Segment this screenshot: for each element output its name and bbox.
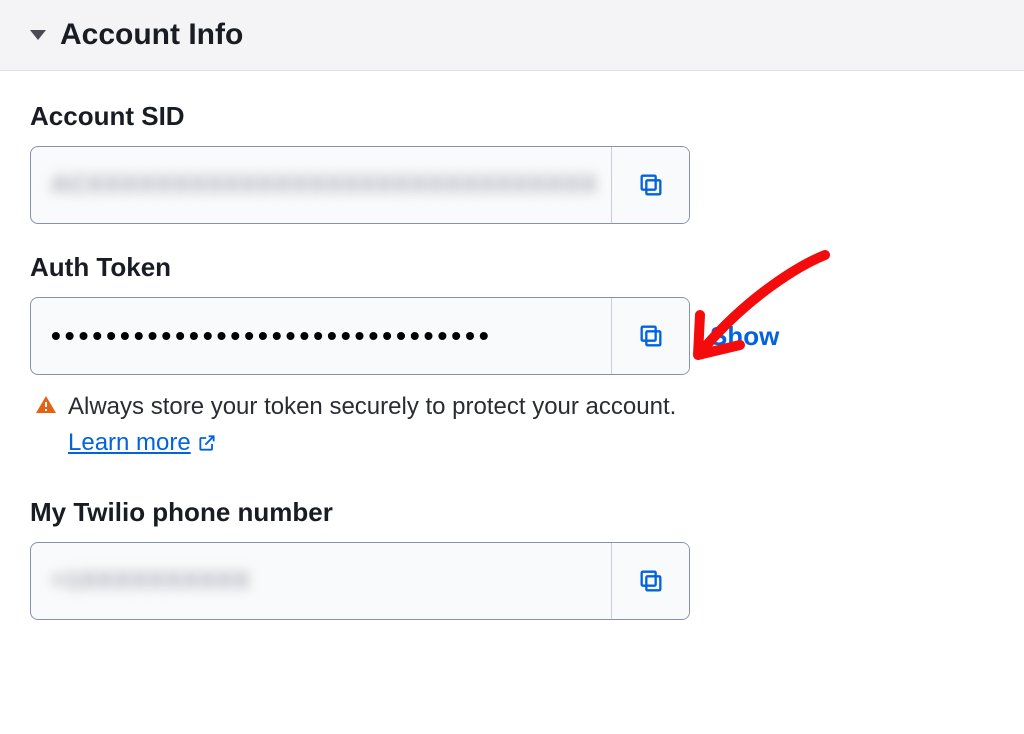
- phone-number-value[interactable]: +1XXXXXXXXXX: [31, 543, 611, 619]
- account-info-content: Account SID ACXXXXXXXXXXXXXXXXXXXXXXXXXX…: [0, 71, 1024, 668]
- copy-auth-token-button[interactable]: [611, 298, 689, 374]
- account-sid-field: Account SID ACXXXXXXXXXXXXXXXXXXXXXXXXXX…: [30, 101, 994, 224]
- account-sid-label: Account SID: [30, 101, 994, 132]
- show-auth-token-link[interactable]: Show: [710, 321, 779, 352]
- auth-token-value[interactable]: ••••••••••••••••••••••••••••••••: [31, 298, 611, 374]
- phone-number-field: My Twilio phone number +1XXXXXXXXXX: [30, 497, 994, 620]
- account-info-title: Account Info: [60, 18, 243, 52]
- copy-phone-number-button[interactable]: [611, 543, 689, 619]
- account-sid-input-wrap: ACXXXXXXXXXXXXXXXXXXXXXXXXXXXXXX: [30, 146, 690, 224]
- warning-icon: [34, 393, 58, 417]
- auth-token-warning: Always store your token securely to prot…: [30, 389, 730, 461]
- auth-token-field: Auth Token •••••••••••••••••••••••••••••…: [30, 252, 994, 461]
- warning-text: Always store your token securely to prot…: [68, 389, 730, 461]
- auth-token-input-wrap: ••••••••••••••••••••••••••••••••: [30, 297, 690, 375]
- copy-icon: [637, 322, 665, 350]
- auth-token-label: Auth Token: [30, 252, 994, 283]
- copy-account-sid-button[interactable]: [611, 147, 689, 223]
- external-link-icon: [197, 433, 217, 453]
- phone-number-input-wrap: +1XXXXXXXXXX: [30, 542, 690, 620]
- learn-more-link[interactable]: Learn more: [68, 425, 217, 461]
- copy-icon: [637, 171, 665, 199]
- copy-icon: [637, 567, 665, 595]
- phone-number-label: My Twilio phone number: [30, 497, 994, 528]
- chevron-down-icon: [30, 30, 46, 40]
- account-info-header[interactable]: Account Info: [0, 0, 1024, 71]
- warning-message: Always store your token securely to prot…: [68, 393, 676, 420]
- account-sid-value[interactable]: ACXXXXXXXXXXXXXXXXXXXXXXXXXXXXXX: [31, 147, 611, 223]
